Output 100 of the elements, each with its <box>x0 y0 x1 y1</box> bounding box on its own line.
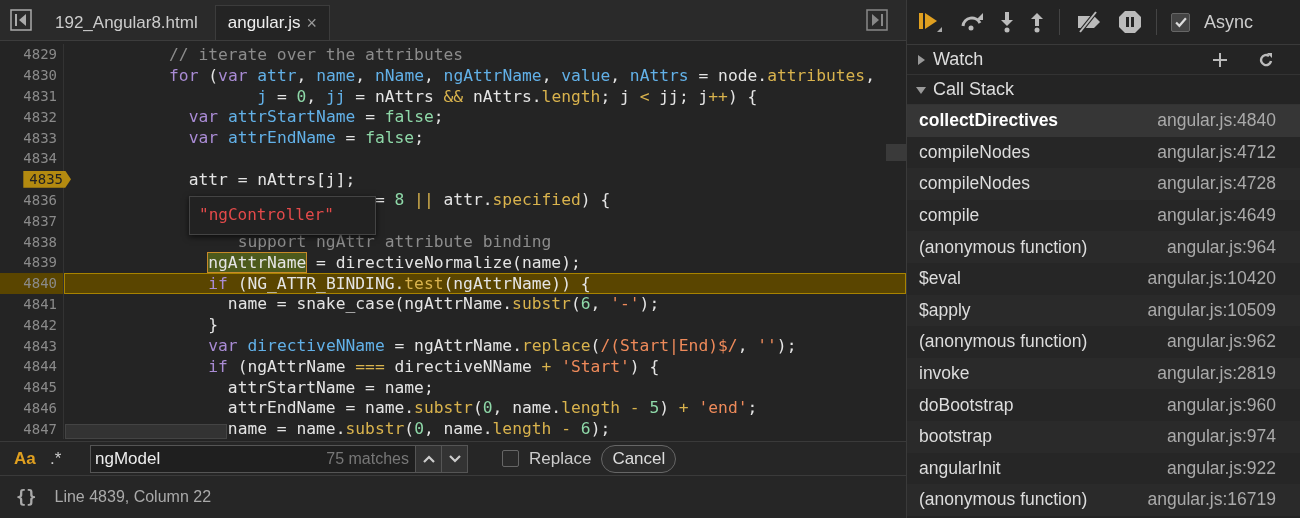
call-stack-frame[interactable]: collectDirectives angular.js:4840 <box>907 105 1300 137</box>
call-stack-frame[interactable]: bootstrap angular.js:974 <box>907 420 1300 453</box>
collapsed-caret-icon[interactable] <box>915 53 927 66</box>
close-tab-icon[interactable]: × <box>306 12 317 34</box>
line-number: 4834 <box>23 150 57 167</box>
function-name: $apply <box>919 299 971 321</box>
call-stack-frame[interactable]: (anonymous function) angular.js:964 <box>907 231 1300 263</box>
code-token: , <box>424 65 435 85</box>
resume-icon[interactable] <box>917 10 945 34</box>
tab-label: 192_Angular8.html <box>55 13 198 33</box>
code-token: ; j <box>600 86 631 106</box>
code-token: ) { <box>727 86 758 106</box>
code-token: , <box>610 65 622 85</box>
line-number: 4831 <box>23 88 57 104</box>
code-token: length <box>561 398 620 418</box>
code-token: (ngAttrName)) { <box>443 273 591 293</box>
code-token: 'Start' <box>561 356 630 376</box>
search-input[interactable]: ngModel <box>91 448 327 469</box>
code-token: length <box>492 419 552 439</box>
scrollbar-thumb[interactable] <box>65 424 227 439</box>
code-token: jj; j <box>659 86 709 106</box>
call-stack-frame[interactable]: invoke angular.js:2819 <box>907 357 1300 390</box>
code-token: 'end' <box>698 398 748 418</box>
code-token: ; <box>747 398 758 418</box>
line-number: 4845 <box>23 379 57 396</box>
code-token: ( <box>570 294 581 314</box>
replace-checkbox[interactable] <box>502 450 519 467</box>
code-token: 6 <box>580 419 591 439</box>
code-token: = <box>345 128 357 148</box>
toggle-debugger-icon[interactable] <box>866 9 888 31</box>
function-name: angularInit <box>919 457 1001 479</box>
code-token: = <box>374 190 386 210</box>
source-location: angular.js:960 <box>1167 394 1276 416</box>
call-stack-frame[interactable]: (anonymous function) angular.js:16719 <box>907 484 1300 516</box>
add-icon[interactable] <box>1212 51 1228 68</box>
hovered-token: ngAttrName <box>208 252 307 272</box>
code-token: && <box>443 86 464 106</box>
code-token: var <box>188 107 219 127</box>
search-field[interactable]: ngModel 75 matches <box>90 444 468 473</box>
next-match-button[interactable] <box>441 445 467 472</box>
call-stack-frame[interactable]: compileNodes angular.js:4728 <box>907 168 1300 200</box>
code-token: var <box>188 128 219 148</box>
code-token: , <box>306 86 318 106</box>
code-token: '' <box>757 336 777 356</box>
code-token: = <box>276 86 288 106</box>
code-token: = <box>365 107 376 127</box>
source-location: angular.js:2819 <box>1157 363 1276 385</box>
search-option-toggle[interactable]: Aa <box>14 448 40 469</box>
code-token: = ngAttrName. <box>394 336 522 356</box>
code-token: name = snake_case(ngAttrName. <box>227 294 513 314</box>
code-token: , <box>541 65 553 85</box>
code-token: - <box>629 398 640 418</box>
call-stack-frame[interactable]: $apply angular.js:10509 <box>907 294 1300 327</box>
line-number: 4833 <box>23 129 57 146</box>
section-header[interactable]: Call Stack <box>933 79 1015 100</box>
code-token: j <box>257 86 268 106</box>
line-number: 4838 <box>23 233 57 250</box>
source-location: angular.js:4649 <box>1157 205 1276 227</box>
code-token: || <box>414 190 434 210</box>
source-location: angular.js:964 <box>1167 236 1276 258</box>
code-token: nAttrs <box>629 65 689 85</box>
code-token: 0 <box>296 86 307 106</box>
cancel-button[interactable]: Cancel <box>601 444 677 473</box>
code-token: = directiveNormalize(name); <box>316 252 581 272</box>
source-location: angular.js:10420 <box>1147 268 1276 290</box>
file-tab[interactable]: angular.js × <box>214 5 330 40</box>
step-into-icon[interactable] <box>999 11 1015 33</box>
code-token: ) { <box>629 356 660 376</box>
section-header[interactable]: Watch <box>933 49 984 70</box>
source-location: angular.js:974 <box>1167 426 1276 448</box>
pause-on-exceptions-icon[interactable] <box>1118 10 1142 34</box>
function-name: $eval <box>919 268 961 290</box>
function-name: (anonymous function) <box>919 489 1088 511</box>
refresh-icon[interactable] <box>1258 51 1274 68</box>
code-token: ); <box>590 419 611 439</box>
line-number: 4839 <box>23 254 57 271</box>
async-checkbox[interactable] <box>1171 12 1190 32</box>
code-token: ( <box>208 65 219 85</box>
code-token: , name. <box>492 398 562 418</box>
pretty-print-button[interactable]: {} <box>16 487 37 507</box>
code-token: nName <box>374 65 424 85</box>
code-token: attr = nAttrs[j]; <box>188 169 356 189</box>
function-name: invoke <box>919 363 970 385</box>
code-token: var <box>208 336 238 356</box>
code-token: attributes <box>767 65 866 85</box>
step-over-icon[interactable] <box>959 12 985 32</box>
line-number: 4844 <box>23 358 57 375</box>
code-token: support ngAttr attribute binding <box>237 232 552 252</box>
code-token: + <box>541 356 552 376</box>
line-number: 4841 <box>23 295 57 312</box>
step-out-icon[interactable] <box>1029 11 1045 33</box>
function-name: (anonymous function) <box>919 331 1088 353</box>
search-option-toggle[interactable]: .* <box>50 448 76 469</box>
code-token: ); <box>639 294 660 314</box>
file-tab[interactable]: 192_Angular8.html <box>42 5 211 40</box>
code-token: attrStartName <box>227 107 356 127</box>
previous-match-button[interactable] <box>415 445 441 472</box>
breakpoint-marker[interactable]: 4835 <box>23 170 71 188</box>
code-token: length <box>541 86 601 106</box>
toggle-navigator-icon[interactable] <box>10 9 32 31</box>
